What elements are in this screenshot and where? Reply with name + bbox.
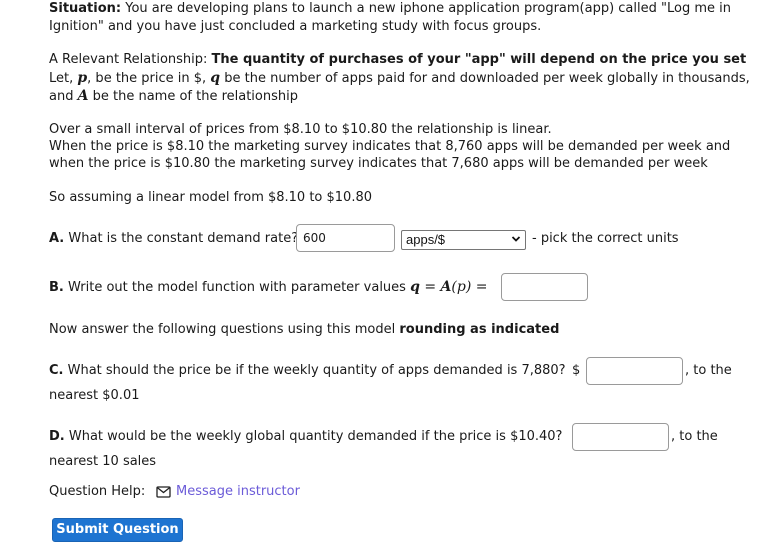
variables-line: Let, p, be the price in $, q be the numb… <box>49 69 750 88</box>
formula-A: A <box>440 279 452 295</box>
formula-q: q <box>410 279 420 295</box>
context-line-2: When the price is $8.10 the marketing su… <box>49 139 731 154</box>
relationship-statement: The quantity of purchases of your "app" … <box>211 52 747 67</box>
instructions-text: Now answer the following questions using… <box>49 322 400 337</box>
question-c-label: C. <box>49 363 64 378</box>
question-d-text: D. What would be the weekly global quant… <box>49 428 562 446</box>
question-d-prompt: What would be the weekly global quantity… <box>64 429 563 444</box>
relationship-label: A Relevant Relationship: <box>49 52 212 67</box>
let-text: Let, <box>49 71 78 86</box>
situation-line-2: Ignition" and you have just concluded a … <box>49 19 542 34</box>
units-hint: - pick the correct units <box>532 231 679 246</box>
help-label: Question Help: <box>49 484 146 499</box>
question-a-label: A. <box>49 231 65 246</box>
relationship-line: A Relevant Relationship: The quantity of… <box>49 51 746 69</box>
question-c-rounding: nearest $0.01 <box>49 388 140 403</box>
units-select[interactable]: apps/$ <box>401 230 526 250</box>
question-a-prompt: What is the constant demand rate? <box>64 231 299 246</box>
formula-equals-2: = <box>471 279 488 295</box>
question-c-text: C. What should the price be if the weekl… <box>49 362 566 380</box>
demand-rate-input[interactable]: 600 <box>296 224 395 252</box>
quantity-input[interactable] <box>572 423 669 451</box>
situation-line-1: Situation: You are developing plans to l… <box>49 0 731 18</box>
chevron-down-icon <box>511 236 521 242</box>
var-p: p <box>77 70 88 86</box>
question-c-prompt: What should the price be if the weekly q… <box>63 363 566 378</box>
currency-symbol: $ <box>572 363 581 378</box>
instructions-bold: rounding as indicated <box>399 322 560 337</box>
message-instructor-link[interactable]: Message instructor <box>176 483 300 501</box>
question-d-rounding: nearest 10 sales <box>49 454 157 469</box>
model-function-input[interactable] <box>501 273 588 301</box>
question-a-text: A. What is the constant demand rate? <box>49 230 298 248</box>
formula-p: (p) <box>451 279 472 295</box>
relationship-name-line: and A be the name of the relationship <box>49 87 298 106</box>
formula-equals: = <box>419 279 441 295</box>
A-description: be the name of the relationship <box>88 89 298 104</box>
var-A: A <box>77 88 89 104</box>
var-q: q <box>210 70 221 86</box>
question-d-suffix: , to the <box>671 429 718 444</box>
units-select-value: apps/$ <box>406 232 446 247</box>
context-line-3: when the price is $10.80 the marketing s… <box>49 156 708 171</box>
question-d-label: D. <box>49 429 65 444</box>
question-b-prompt: Write out the model function with parame… <box>63 280 411 295</box>
instructions-line: Now answer the following questions using… <box>49 321 559 339</box>
situation-label: Situation: <box>49 1 122 16</box>
and-text: and <box>49 89 78 104</box>
context-line-1: Over a small interval of prices from $8.… <box>49 122 552 137</box>
situation-text: You are developing plans to launch a new… <box>121 1 731 16</box>
p-description: , be the price in $, <box>87 71 211 86</box>
question-b-text: B. Write out the model function with par… <box>49 278 487 297</box>
question-b-label: B. <box>49 280 64 295</box>
price-input[interactable] <box>586 357 683 385</box>
question-help: Question Help: <box>49 483 145 501</box>
submit-question-button[interactable]: Submit Question <box>52 518 183 542</box>
mail-icon <box>156 486 171 498</box>
context-line-4: So assuming a linear model from $8.10 to… <box>49 190 373 205</box>
q-description: be the number of apps paid for and downl… <box>220 71 750 86</box>
question-c-suffix: , to the <box>685 363 732 378</box>
